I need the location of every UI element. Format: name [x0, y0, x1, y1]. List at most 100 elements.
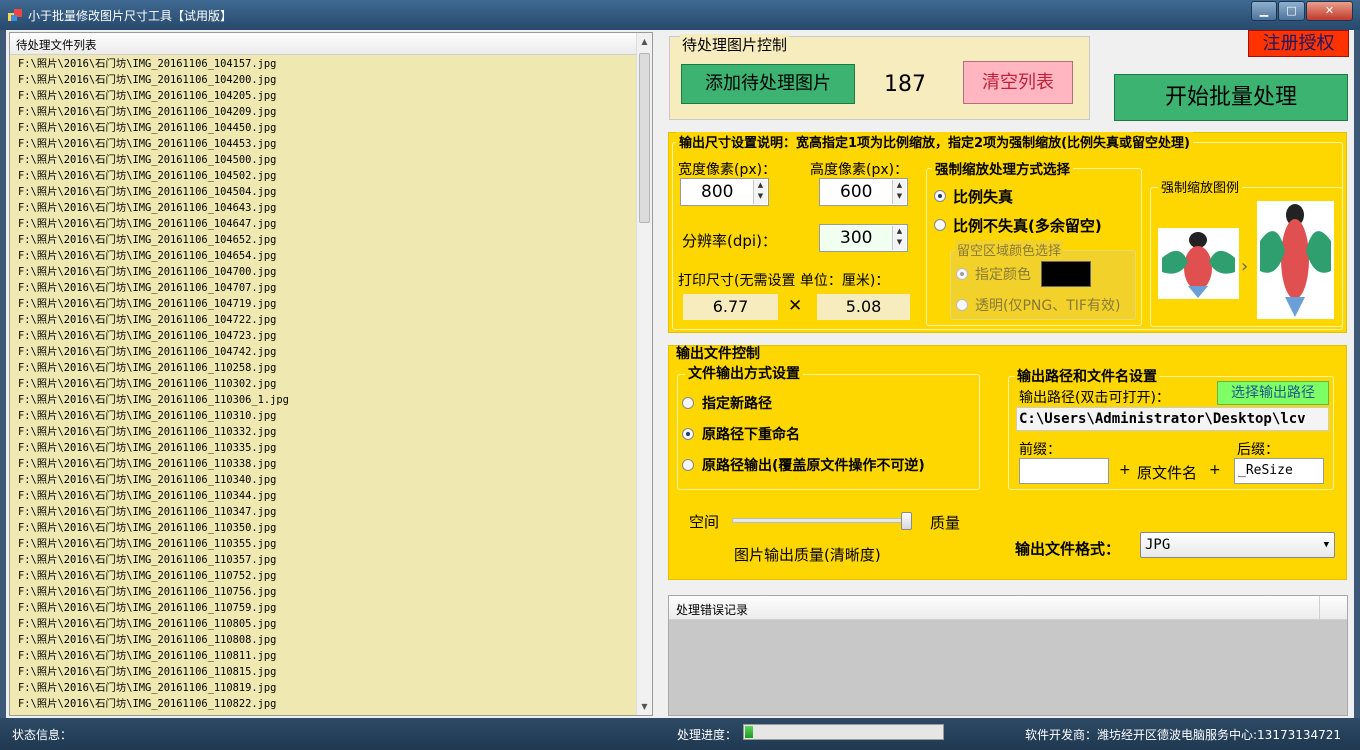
list-item[interactable]: F:\照片\2016\石门坊\IMG_20161106_110347.jpg: [18, 504, 638, 520]
error-log[interactable]: 处理错误记录: [668, 595, 1348, 716]
list-item[interactable]: F:\照片\2016\石门坊\IMG_20161106_110340.jpg: [18, 472, 638, 488]
list-item[interactable]: F:\照片\2016\石门坊\IMG_20161106_110344.jpg: [18, 488, 638, 504]
overwrite-radio[interactable]: [682, 459, 694, 471]
list-item[interactable]: F:\照片\2016\石门坊\IMG_20161106_110819.jpg: [18, 680, 638, 696]
list-item[interactable]: F:\照片\2016\石门坊\IMG_20161106_110811.jpg: [18, 648, 638, 664]
add-images-button[interactable]: 添加待处理图片: [681, 64, 855, 104]
list-item[interactable]: F:\照片\2016\石门坊\IMG_20161106_110355.jpg: [18, 536, 638, 552]
progress-label: 处理进度：: [677, 728, 738, 742]
close-button[interactable]: ✕: [1306, 1, 1353, 21]
dpi-input[interactable]: 300 ▲ ▼: [819, 224, 908, 252]
maximize-button[interactable]: □: [1278, 1, 1305, 21]
list-item[interactable]: F:\照片\2016\石门坊\IMG_20161106_104502.jpg: [18, 168, 638, 184]
prefix-label: 前缀：: [1019, 442, 1061, 458]
output-path-label: 输出路径(双击可打开)：: [1019, 390, 1170, 406]
list-item[interactable]: F:\照片\2016\石门坊\IMG_20161106_104504.jpg: [18, 184, 638, 200]
error-log-header[interactable]: 处理错误记录: [676, 601, 748, 618]
list-item[interactable]: F:\照片\2016\石门坊\IMG_20161106_104700.jpg: [18, 264, 638, 280]
output-path-title: 输出路径和文件名设置: [1015, 366, 1159, 386]
height-input[interactable]: 600 ▲ ▼: [819, 178, 908, 206]
list-item[interactable]: F:\照片\2016\石门坊\IMG_20161106_104453.jpg: [18, 136, 638, 152]
new-path-label[interactable]: 指定新路径: [702, 393, 772, 413]
list-item[interactable]: F:\照片\2016\石门坊\IMG_20161106_104723.jpg: [18, 328, 638, 344]
list-item[interactable]: F:\照片\2016\石门坊\IMG_20161106_110808.jpg: [18, 632, 638, 648]
dpi-spinner[interactable]: ▲ ▼: [892, 226, 906, 250]
width-spinner[interactable]: ▲ ▼: [753, 180, 767, 204]
print-height: 5.08: [817, 294, 910, 320]
format-select[interactable]: JPG ▼: [1140, 532, 1335, 558]
transparent-radio[interactable]: [956, 299, 968, 311]
print-width: 6.77: [683, 294, 778, 320]
list-item[interactable]: F:\照片\2016\石门坊\IMG_20161106_110332.jpg: [18, 424, 638, 440]
list-item[interactable]: F:\照片\2016\石门坊\IMG_20161106_104722.jpg: [18, 312, 638, 328]
suffix-input[interactable]: _ReSize: [1234, 458, 1324, 484]
list-item[interactable]: F:\照片\2016\石门坊\IMG_20161106_104707.jpg: [18, 280, 638, 296]
format-label: 输出文件格式：: [1015, 540, 1121, 558]
choose-path-button[interactable]: 选择输出路径: [1217, 381, 1329, 405]
list-item[interactable]: F:\照片\2016\石门坊\IMG_20161106_110815.jpg: [18, 664, 638, 680]
list-item[interactable]: F:\照片\2016\石门坊\IMG_20161106_104719.jpg: [18, 296, 638, 312]
example-arrow-icon: ›: [1241, 256, 1249, 277]
status-info-label: 状态信息：: [12, 728, 73, 742]
register-button[interactable]: 注册授权: [1248, 30, 1349, 57]
transparent-label[interactable]: 透明(仅PNG、TIF有效): [975, 295, 1120, 315]
width-input[interactable]: 800 ▲ ▼: [680, 178, 769, 206]
list-item[interactable]: F:\照片\2016\石门坊\IMG_20161106_110822.jpg: [18, 696, 638, 712]
distort-label[interactable]: 比例失真: [953, 186, 1013, 207]
list-item[interactable]: F:\照片\2016\石门坊\IMG_20161106_110306_1.jpg: [18, 392, 638, 408]
list-item[interactable]: F:\照片\2016\石门坊\IMG_20161106_110310.jpg: [18, 408, 638, 424]
list-item[interactable]: F:\照片\2016\石门坊\IMG_20161106_110756.jpg: [18, 584, 638, 600]
file-list-scrollbar[interactable]: ▲ ▼: [636, 33, 652, 715]
file-list-header[interactable]: 待处理文件列表: [10, 33, 638, 55]
error-log-header-bar: [669, 596, 1347, 620]
list-item[interactable]: F:\照片\2016\石门坊\IMG_20161106_104157.jpg: [18, 56, 638, 72]
new-path-radio[interactable]: [682, 397, 694, 409]
list-item[interactable]: F:\照片\2016\石门坊\IMG_20161106_110357.jpg: [18, 552, 638, 568]
list-item[interactable]: F:\照片\2016\石门坊\IMG_20161106_104652.jpg: [18, 232, 638, 248]
distort-radio[interactable]: [934, 190, 946, 202]
scroll-thumb[interactable]: [639, 53, 650, 223]
list-item[interactable]: F:\照片\2016\石门坊\IMG_20161106_104500.jpg: [18, 152, 638, 168]
prefix-input[interactable]: [1019, 458, 1109, 484]
list-item[interactable]: F:\照片\2016\石门坊\IMG_20161106_110335.jpg: [18, 440, 638, 456]
list-item[interactable]: F:\照片\2016\石门坊\IMG_20161106_104209.jpg: [18, 104, 638, 120]
quality-slider-thumb[interactable]: [901, 512, 913, 530]
times-icon: ✕: [788, 296, 803, 316]
list-item[interactable]: F:\照片\2016\石门坊\IMG_20161106_104205.jpg: [18, 88, 638, 104]
color-radio[interactable]: [956, 268, 968, 280]
rename-radio[interactable]: [682, 428, 694, 440]
fill-color-swatch[interactable]: [1041, 261, 1091, 287]
list-item[interactable]: F:\照片\2016\石门坊\IMG_20161106_104647.jpg: [18, 216, 638, 232]
clear-list-button[interactable]: 清空列表: [963, 61, 1073, 104]
color-label[interactable]: 指定颜色: [975, 264, 1031, 284]
list-item[interactable]: F:\照片\2016\石门坊\IMG_20161106_104450.jpg: [18, 120, 638, 136]
width-label: 宽度像素(px)：: [678, 162, 777, 178]
file-list[interactable]: 待处理文件列表 F:\照片\2016\石门坊\IMG_20161106_1041…: [9, 32, 653, 716]
list-item[interactable]: F:\照片\2016\石门坊\IMG_20161106_110350.jpg: [18, 520, 638, 536]
list-item[interactable]: F:\照片\2016\石门坊\IMG_20161106_110258.jpg: [18, 360, 638, 376]
quality-label: 质量: [930, 514, 961, 532]
list-item[interactable]: F:\照片\2016\石门坊\IMG_20161106_110752.jpg: [18, 568, 638, 584]
output-mode-title: 文件输出方式设置: [685, 363, 803, 383]
maximize-icon: □: [1286, 4, 1297, 17]
list-item[interactable]: F:\照片\2016\石门坊\IMG_20161106_110759.jpg: [18, 600, 638, 616]
keep-ratio-radio[interactable]: [934, 219, 946, 231]
list-item[interactable]: F:\照片\2016\石门坊\IMG_20161106_110338.jpg: [18, 456, 638, 472]
scroll-up-icon[interactable]: ▲: [637, 33, 652, 50]
start-batch-button[interactable]: 开始批量处理: [1114, 74, 1348, 121]
rename-label[interactable]: 原路径下重命名: [702, 424, 800, 444]
list-item[interactable]: F:\照片\2016\石门坊\IMG_20161106_110302.jpg: [18, 376, 638, 392]
scroll-down-icon[interactable]: ▼: [637, 698, 652, 715]
list-item[interactable]: F:\照片\2016\石门坊\IMG_20161106_104654.jpg: [18, 248, 638, 264]
list-item[interactable]: F:\照片\2016\石门坊\IMG_20161106_110805.jpg: [18, 616, 638, 632]
progress-fill: [745, 726, 753, 738]
list-item[interactable]: F:\照片\2016\石门坊\IMG_20161106_104742.jpg: [18, 344, 638, 360]
output-path-field[interactable]: C:\Users\Administrator\Desktop\lcv: [1016, 407, 1329, 431]
quality-slider-track[interactable]: [732, 518, 910, 523]
overwrite-label[interactable]: 原路径输出(覆盖原文件操作不可逆): [702, 455, 925, 475]
height-spinner[interactable]: ▲ ▼: [892, 180, 906, 204]
list-item[interactable]: F:\照片\2016\石门坊\IMG_20161106_104643.jpg: [18, 200, 638, 216]
keep-ratio-label[interactable]: 比例不失真(多余留空): [953, 215, 1102, 236]
minimize-button[interactable]: ▁: [1251, 1, 1277, 21]
list-item[interactable]: F:\照片\2016\石门坊\IMG_20161106_104200.jpg: [18, 72, 638, 88]
